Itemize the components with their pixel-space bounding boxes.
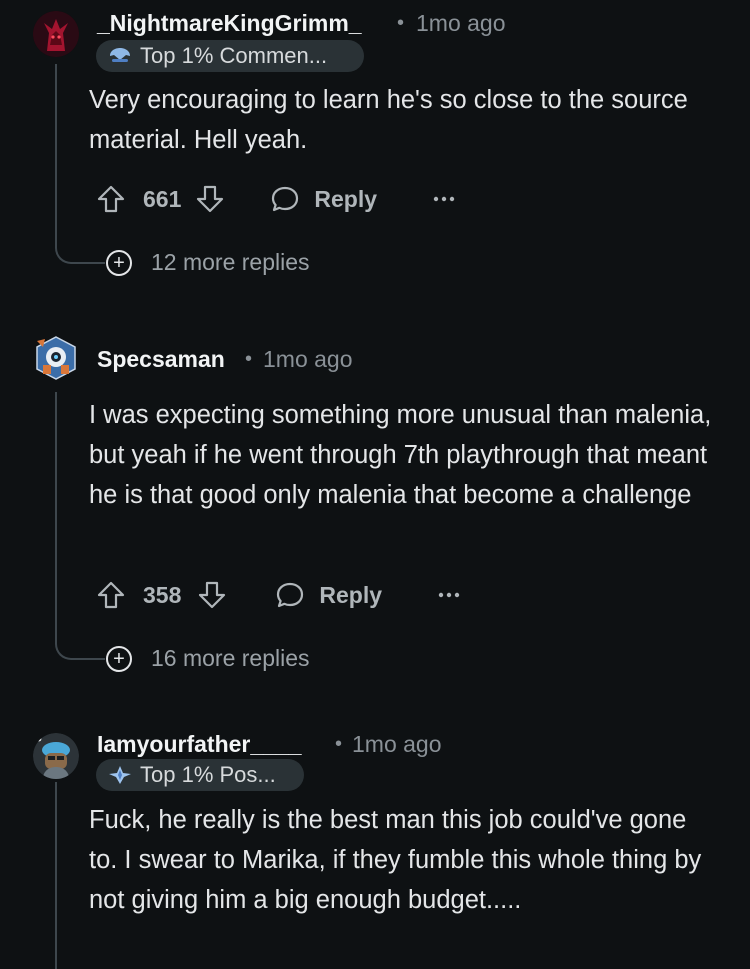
vote-count: 358 xyxy=(143,581,182,608)
reply-button[interactable]: Reply xyxy=(270,184,377,214)
ellipsis-icon xyxy=(438,592,460,598)
separator-dot: • xyxy=(245,348,253,370)
upvote-arrow-icon xyxy=(97,581,125,609)
comment-body: Fuck, he really is the best man this job… xyxy=(89,806,702,914)
more-replies-button[interactable]: + 12 more replies xyxy=(106,249,310,276)
more-replies-label: 12 more replies xyxy=(151,249,310,275)
separator-dot: • xyxy=(397,12,405,34)
user-avatar[interactable] xyxy=(33,11,79,57)
more-replies-button[interactable]: + 16 more replies xyxy=(106,645,310,672)
comment-body: Very encouraging to learn he's so close … xyxy=(89,86,688,154)
username[interactable]: Iamyourfather____ xyxy=(97,731,302,758)
thread-line xyxy=(55,392,57,640)
more-options-button[interactable] xyxy=(433,194,455,204)
comment-body: I was expecting something more unusual t… xyxy=(89,401,712,509)
avatar-image xyxy=(36,336,76,380)
thread-branch xyxy=(55,638,105,660)
plus-circle-icon: + xyxy=(106,249,132,276)
upvote-button[interactable] xyxy=(96,184,126,214)
username[interactable]: _NightmareKingGrimm_ xyxy=(97,10,362,37)
thread-line xyxy=(55,64,57,244)
avatar-image xyxy=(33,733,79,779)
downvote-button[interactable] xyxy=(197,580,227,610)
separator-dot: • xyxy=(335,733,343,755)
badge-icon xyxy=(108,46,132,66)
username[interactable]: Specsaman xyxy=(97,346,225,373)
timestamp: 1mo ago xyxy=(416,10,506,36)
speech-bubble-icon xyxy=(277,582,304,608)
more-replies-label: 16 more replies xyxy=(151,645,310,671)
vote-count: 661 xyxy=(143,185,182,212)
reply-button[interactable]: Reply xyxy=(275,580,382,610)
timestamp: 1mo ago xyxy=(263,346,353,372)
avatar-image xyxy=(33,11,79,57)
speech-bubble-icon xyxy=(272,186,299,212)
user-avatar[interactable] xyxy=(33,733,79,779)
downvote-arrow-icon xyxy=(197,185,224,213)
achievement-badge[interactable]: Top 1% Commen... xyxy=(96,40,364,72)
timestamp: 1mo ago xyxy=(352,731,442,757)
downvote-button[interactable] xyxy=(195,184,225,214)
plus-circle-icon: + xyxy=(106,645,132,672)
user-avatar[interactable] xyxy=(33,335,79,381)
achievement-badge[interactable]: Top 1% Pos... xyxy=(96,759,304,791)
upvote-button[interactable] xyxy=(96,580,126,610)
badge-icon xyxy=(108,765,132,785)
badge-label: Top 1% Commen... xyxy=(140,43,328,68)
action-bar: 358 Reply xyxy=(96,575,460,615)
reply-label: Reply xyxy=(314,185,378,212)
upvote-arrow-icon xyxy=(97,185,125,213)
thread-line xyxy=(55,782,57,969)
thread-branch xyxy=(55,242,105,264)
badge-label: Top 1% Pos... xyxy=(140,762,276,787)
ellipsis-icon xyxy=(433,196,455,202)
downvote-arrow-icon xyxy=(199,581,226,609)
action-bar: 661 Reply xyxy=(96,179,455,219)
more-options-button[interactable] xyxy=(438,590,460,600)
reply-label: Reply xyxy=(319,581,383,608)
